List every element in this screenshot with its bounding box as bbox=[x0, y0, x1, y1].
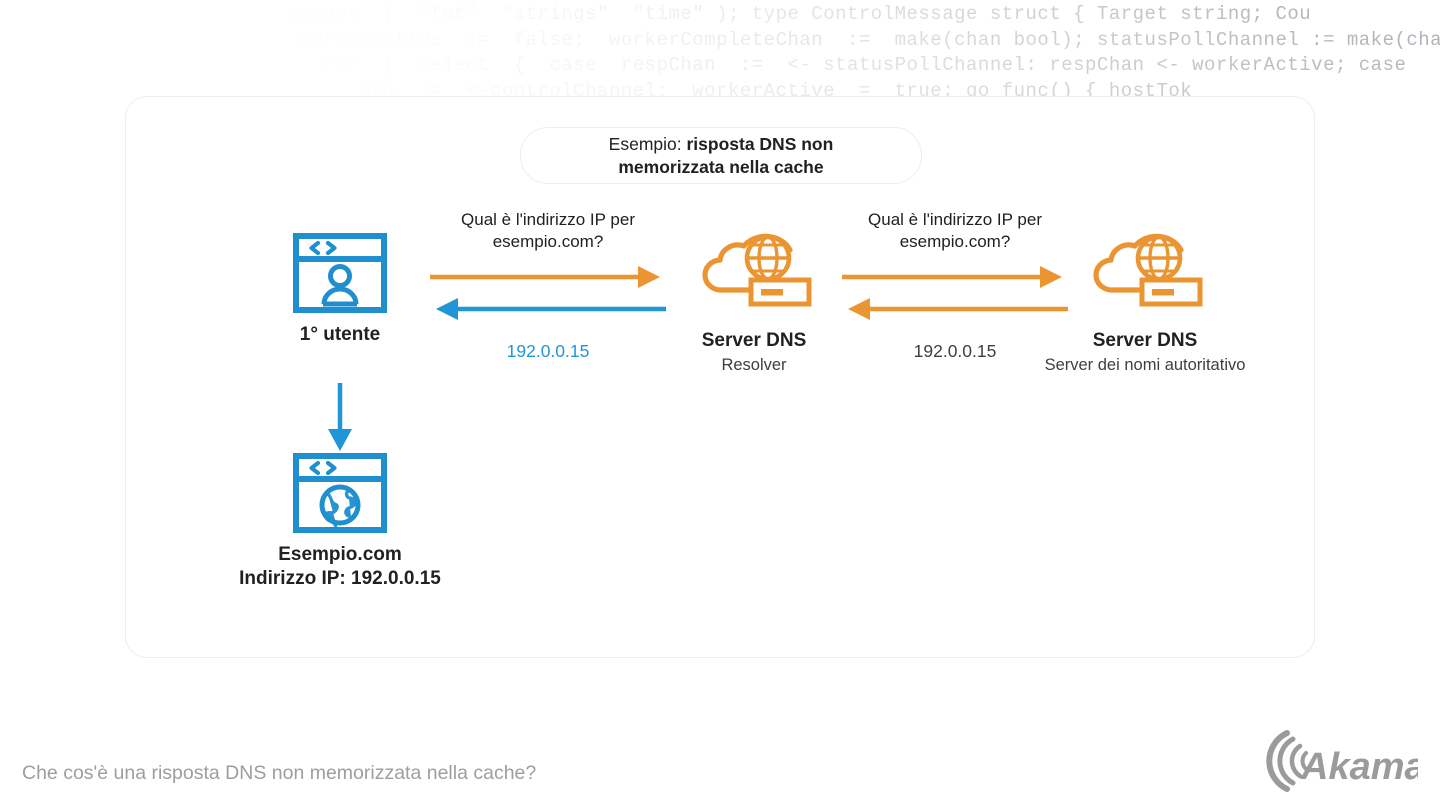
background-code-line: workerActive := false; workerCompleteCha… bbox=[299, 28, 1440, 51]
background-code-line: sued for Ta bbox=[1255, 665, 1440, 690]
browser-globe-icon bbox=[190, 452, 490, 534]
down-arrow-icon bbox=[316, 383, 364, 460]
node-site: Esempio.com Indirizzo IP: 192.0.0.15 bbox=[190, 452, 490, 590]
node-dns-authoritative-subtitle: Server dei nomi autoritativo bbox=[1044, 356, 1246, 374]
example-title-emphasis-line2: memorizzata nella cache bbox=[618, 156, 824, 177]
example-title-prefix: Esempio: bbox=[608, 133, 687, 154]
example-title-pill: Esempio: risposta DNS non memorizzata ne… bbox=[520, 127, 922, 184]
background-code-line: import ( "fmt" "strings" "time" ); type … bbox=[240, 3, 1312, 25]
node-dns-authoritative: Server DNS Server dei nomi autoritativo bbox=[1000, 228, 1290, 375]
akamai-logo-text: Akamai bbox=[1300, 746, 1418, 788]
background-code-line: for { select { case respChan := <- statu… bbox=[240, 54, 1407, 76]
node-site-label: Esempio.com bbox=[278, 544, 402, 565]
cloud-dns-server-icon bbox=[1000, 228, 1290, 320]
example-title-text: Esempio: risposta DNS non memorizzata ne… bbox=[609, 133, 834, 179]
footer-caption: Che cos'è una risposta DNS non memorizza… bbox=[22, 762, 537, 784]
node-dns-authoritative-label: Server DNS bbox=[1092, 330, 1198, 351]
node-site-ip: Indirizzo IP: 192.0.0.15 bbox=[239, 568, 441, 589]
example-title-emphasis-line1: risposta DNS non bbox=[686, 133, 834, 154]
akamai-logo: Akamai bbox=[1243, 725, 1418, 797]
